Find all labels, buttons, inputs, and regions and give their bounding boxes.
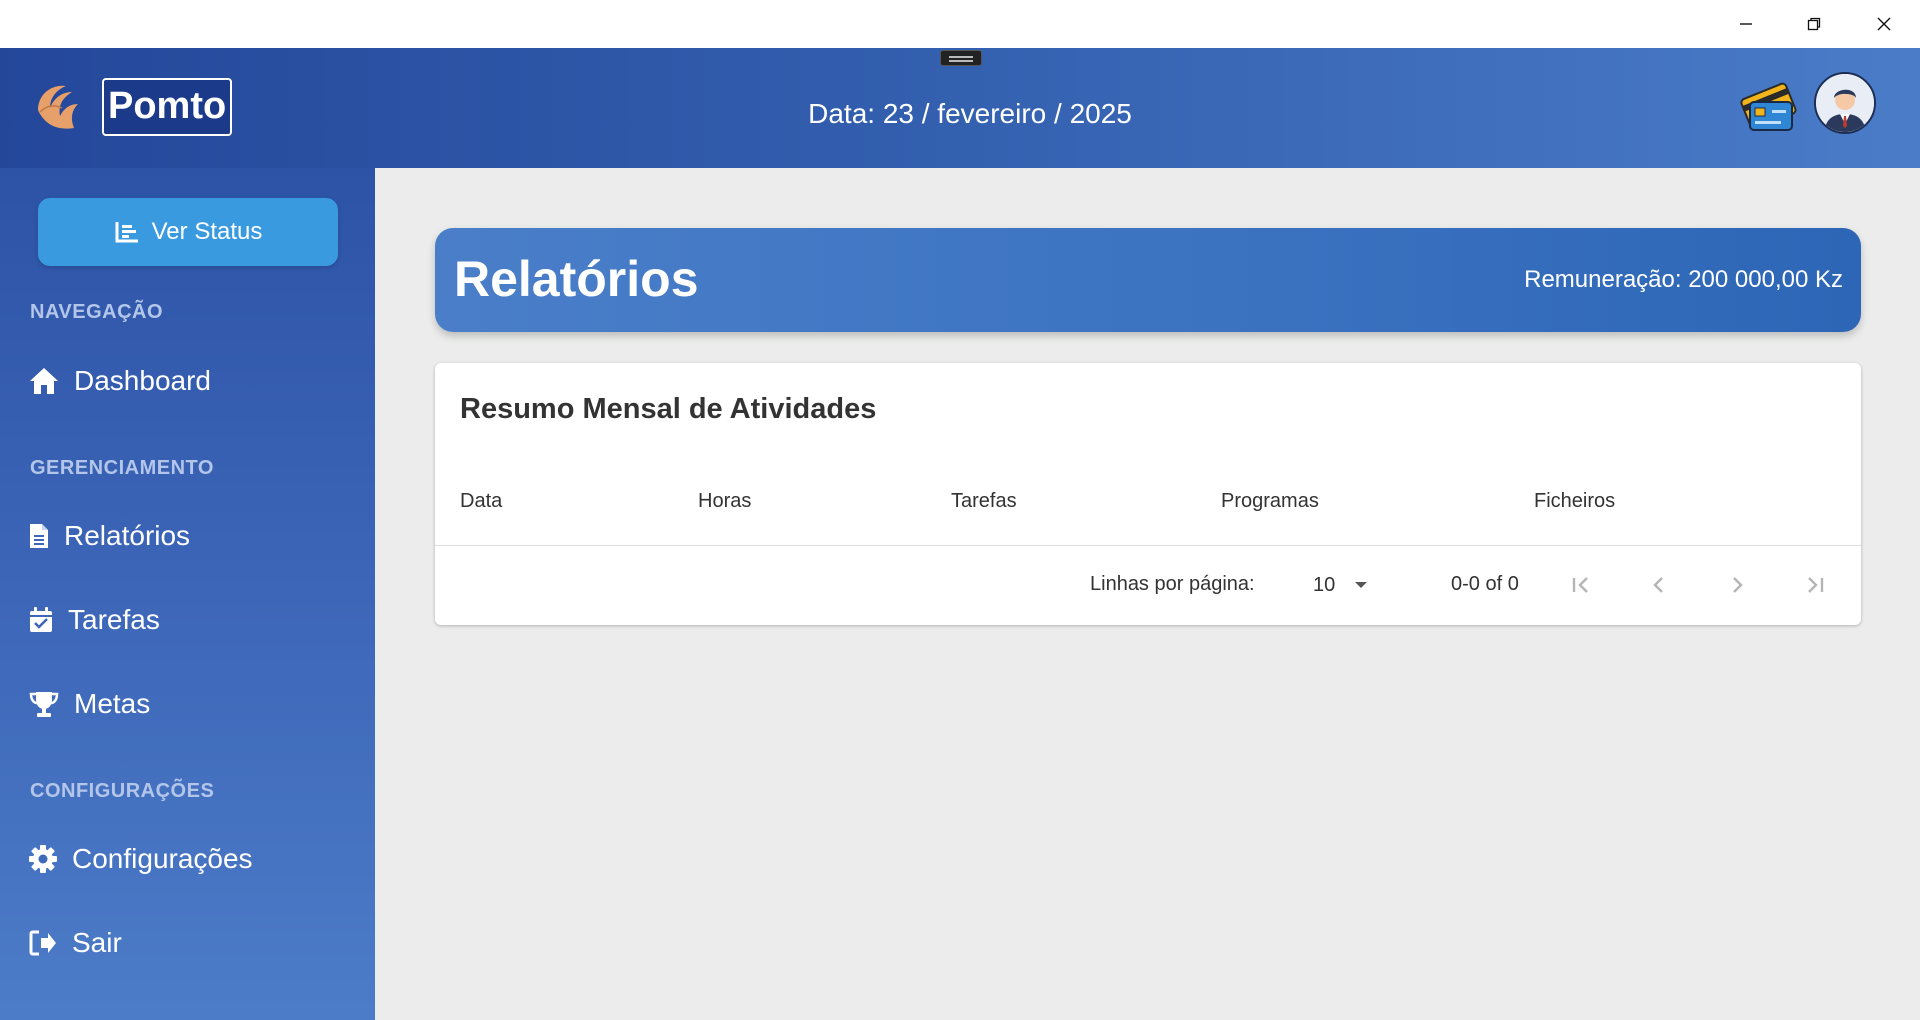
column-header-data[interactable]: Data — [460, 490, 502, 513]
sidebar-item-metas[interactable]: Metas — [28, 679, 150, 729]
restore-icon — [1807, 17, 1821, 31]
app-header: Pomto Data: 23 / fevereiro / 2025 — [0, 48, 1920, 168]
sidebar-item-label: Configurações — [72, 843, 253, 874]
chevron-right-icon — [1733, 577, 1743, 593]
window-close-button[interactable] — [1850, 0, 1918, 48]
bar-chart-icon — [115, 222, 138, 243]
sidebar-item-tarefas[interactable]: Tarefas — [28, 595, 160, 645]
sidebar-item-sair[interactable]: Sair — [28, 918, 122, 968]
sidebar-item-label: Relatórios — [64, 520, 191, 551]
feather-logo-icon — [38, 85, 78, 129]
home-icon — [30, 368, 58, 394]
minimize-icon — [1740, 23, 1752, 25]
window-restore-button[interactable] — [1780, 0, 1848, 48]
sidebar-item-dashboard[interactable]: Dashboard — [28, 356, 211, 406]
calendar-check-icon — [30, 607, 52, 632]
last-page-icon — [1808, 577, 1824, 593]
sidebar-item-label: Tarefas — [68, 604, 160, 635]
table-divider — [435, 545, 1861, 546]
credit-card-icon[interactable] — [1736, 72, 1802, 138]
rows-per-page-value: 10 — [1313, 573, 1336, 596]
column-header-tarefas[interactable]: Tarefas — [951, 490, 1017, 513]
next-page-button[interactable] — [1717, 565, 1757, 605]
sidebar: Ver Status NAVEGAÇÃO Dashboard GERENCIAM… — [0, 168, 375, 1020]
sidebar-item-label: Dashboard — [74, 365, 211, 396]
chevron-left-icon — [1653, 577, 1663, 593]
header-date: Data: 23 / fevereiro / 2025 — [808, 98, 1132, 129]
sidebar-item-label: Metas — [74, 688, 151, 719]
user-avatar-button[interactable] — [1814, 72, 1876, 134]
close-icon — [1877, 17, 1891, 31]
section-configuracoes: CONFIGURAÇÕES — [30, 780, 215, 802]
main-content: Relatórios Remuneração: 200 000,00 Kz Re… — [375, 168, 1920, 1020]
user-avatar-icon — [1816, 74, 1874, 132]
ver-status-label: Ver Status — [151, 218, 263, 245]
sidebar-item-configuracoes[interactable]: Configurações — [28, 834, 253, 884]
drag-handle[interactable] — [940, 50, 982, 66]
last-page-button[interactable] — [1795, 565, 1835, 605]
pagination-range: 0-0 of 0 — [1451, 573, 1519, 595]
brand-name: Pomto — [102, 78, 233, 136]
column-header-programas[interactable]: Programas — [1221, 490, 1319, 513]
trophy-icon — [29, 692, 59, 717]
sidebar-item-label: Sair — [72, 927, 122, 958]
table-title: Resumo Mensal de Atividades — [460, 393, 877, 425]
rows-per-page-select[interactable]: 10 — [1313, 565, 1393, 605]
column-header-horas[interactable]: Horas — [698, 490, 751, 513]
ver-status-button[interactable]: Ver Status — [38, 198, 338, 266]
logout-icon — [29, 930, 56, 956]
column-header-ficheiros[interactable]: Ficheiros — [1534, 490, 1615, 513]
first-page-button[interactable] — [1561, 565, 1601, 605]
caret-down-icon — [1355, 582, 1368, 588]
remuneration-text: Remuneração: 200 000,00 Kz — [1524, 266, 1843, 293]
section-navegacao: NAVEGAÇÃO — [30, 301, 164, 323]
first-page-icon — [1572, 577, 1588, 593]
gear-icon — [29, 845, 57, 873]
page-title: Relatórios — [454, 251, 699, 307]
sidebar-item-relatorios[interactable]: Relatórios — [28, 511, 190, 561]
previous-page-button[interactable] — [1639, 565, 1679, 605]
window-minimize-button[interactable] — [1712, 0, 1780, 48]
activity-summary-table: Resumo Mensal de Atividades Data Horas T… — [435, 363, 1861, 625]
rows-per-page-label: Linhas por página: — [1090, 573, 1255, 595]
document-icon — [30, 524, 48, 548]
section-gerenciamento: GERENCIAMENTO — [30, 457, 214, 479]
window-titlebar — [0, 0, 1920, 48]
page-header-card: Relatórios Remuneração: 200 000,00 Kz — [435, 228, 1861, 332]
